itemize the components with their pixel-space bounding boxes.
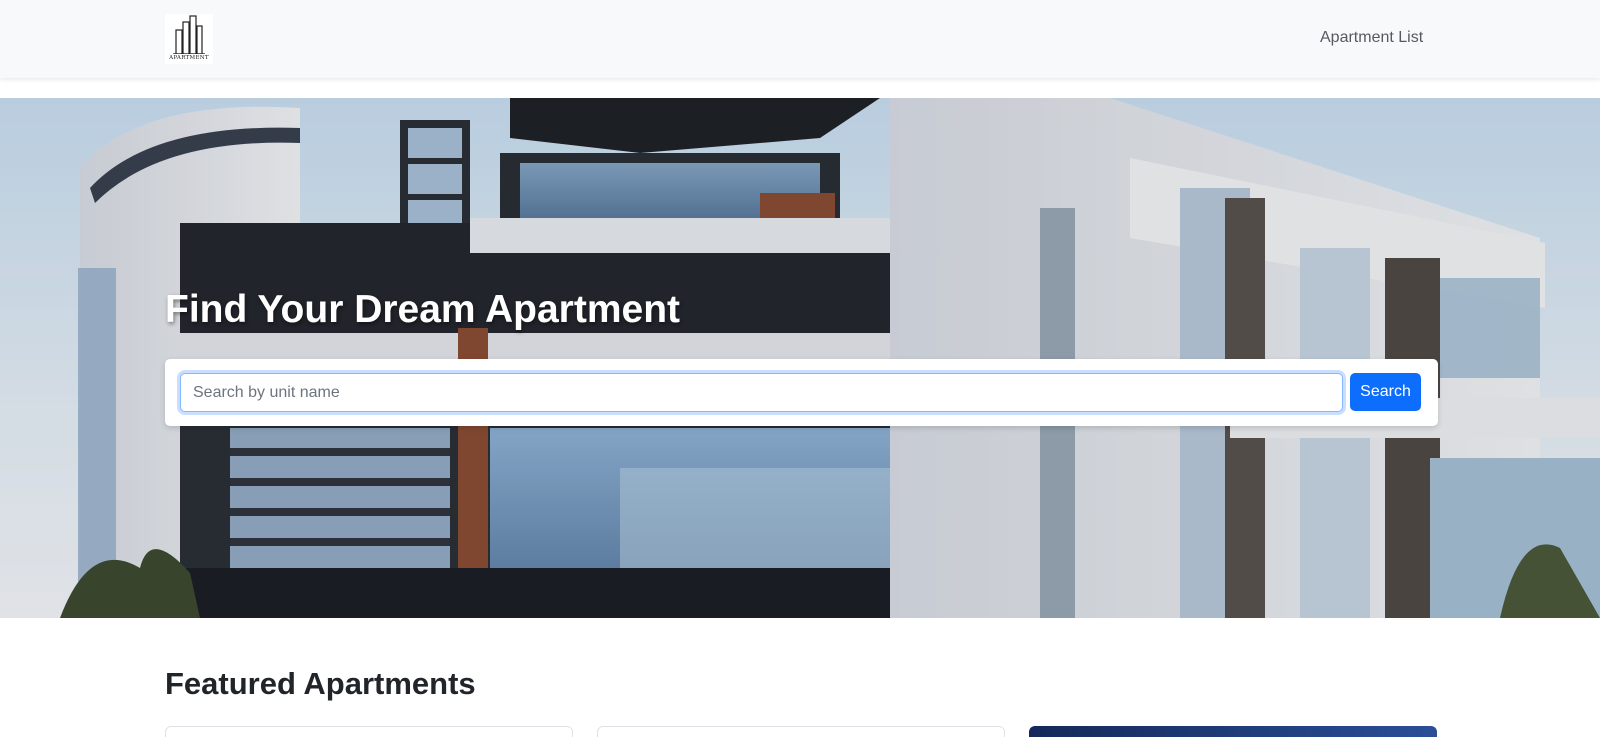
search-button[interactable]: Search [1350,373,1421,411]
apartment-card[interactable] [165,726,573,737]
search-panel: Search [165,359,1438,426]
brand-logo[interactable]: APARTMENT [165,14,213,64]
apartment-card[interactable] [1029,726,1437,737]
search-input[interactable] [180,373,1343,412]
hero-banner: Find Your Dream Apartment Search [0,98,1600,618]
apartment-card[interactable] [597,726,1005,737]
nav-link-apartment-list[interactable]: Apartment List [1320,29,1423,47]
logo-text: APARTMENT [169,55,209,61]
featured-apartments-title: Featured Apartments [165,666,476,701]
navbar: APARTMENT Apartment List [0,0,1600,78]
building-logo-icon [173,15,205,54]
hero-title: Find Your Dream Apartment [165,288,681,331]
hero-building-image [0,98,1600,618]
